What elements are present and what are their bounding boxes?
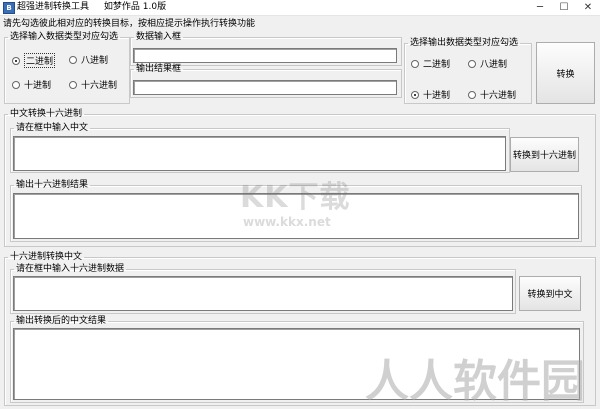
radio-unchecked-icon bbox=[69, 55, 77, 64]
radio-unchecked-icon bbox=[468, 90, 476, 99]
cn-output-label: 输出转换后的中文结果 bbox=[16, 316, 107, 326]
rrz-watermark: 人人软件园 bbox=[365, 356, 585, 407]
convert-button[interactable]: 转换 bbox=[536, 42, 595, 104]
output-radio-octal[interactable]: 八进制 bbox=[468, 57, 507, 70]
instruction-hint: 请先勾选彼此相对应的转换目标，按相应提示操作执行转换功能 bbox=[3, 19, 256, 29]
hex-output-label: 输出十六进制结果 bbox=[16, 180, 89, 190]
input-type-group: 选择输入数据类型对应勾选 二进制 八进制 十进制 十六进制 bbox=[4, 32, 130, 104]
output-radio-octal-label: 八进制 bbox=[480, 60, 508, 70]
output-result-label: 输出结果框 bbox=[136, 64, 182, 74]
radio-unchecked-icon bbox=[468, 59, 476, 68]
input-radio-binary-label: 二进制 bbox=[24, 53, 56, 68]
output-type-legend: 选择输出数据类型对应勾选 bbox=[410, 38, 519, 48]
output-radio-binary-label: 二进制 bbox=[423, 60, 451, 70]
cn-to-hex-legend: 中文转换十六进制 bbox=[10, 109, 83, 119]
input-radio-octal[interactable]: 八进制 bbox=[69, 53, 108, 66]
kkx-watermark-url: www.kkx.net bbox=[243, 215, 331, 229]
window-author-text: 如梦作品 1.0版 bbox=[103, 2, 167, 12]
maximize-button[interactable]: ☐ bbox=[552, 0, 576, 15]
hex-input-label: 请在框中输入十六进制数据 bbox=[16, 264, 125, 274]
output-radio-decimal-label: 十进制 bbox=[423, 91, 451, 101]
radio-checked-icon bbox=[411, 90, 419, 99]
output-radio-hex-label: 十六进制 bbox=[480, 91, 517, 101]
input-radio-binary[interactable]: 二进制 bbox=[12, 53, 56, 68]
radio-unchecked-icon bbox=[12, 80, 20, 89]
radio-unchecked-icon bbox=[411, 59, 419, 68]
window-title-text: 超强进制转换工具 bbox=[17, 2, 90, 12]
kkx-watermark-logo: KK下载 bbox=[240, 180, 351, 215]
cn-input-label: 请在框中输入中文 bbox=[16, 123, 89, 133]
output-radio-hex[interactable]: 十六进制 bbox=[468, 88, 516, 101]
title-bar: B 超强进制转换工具 如梦作品 1.0版 ─ ☐ ✕ bbox=[0, 0, 600, 16]
data-input-label: 数据输入框 bbox=[136, 32, 182, 42]
convert-to-cn-button[interactable]: 转换到中文 bbox=[519, 276, 581, 311]
output-radio-binary[interactable]: 二进制 bbox=[411, 57, 450, 70]
input-radio-decimal[interactable]: 十进制 bbox=[12, 78, 51, 91]
output-type-group: 选择输出数据类型对应勾选 二进制 八进制 十进制 十六进制 bbox=[404, 38, 532, 104]
window-title: 超强进制转换工具 如梦作品 1.0版 bbox=[17, 1, 166, 14]
input-radio-decimal-label: 十进制 bbox=[24, 81, 52, 91]
radio-checked-icon bbox=[12, 56, 20, 65]
hex-input-field[interactable] bbox=[13, 276, 513, 311]
input-radio-hex-label: 十六进制 bbox=[81, 81, 118, 91]
minimize-button[interactable]: ─ bbox=[528, 0, 552, 15]
input-radio-octal-label: 八进制 bbox=[81, 56, 109, 66]
output-result-field[interactable] bbox=[133, 80, 397, 95]
close-button[interactable]: ✕ bbox=[576, 0, 600, 15]
hex-to-cn-legend: 十六进制转换中文 bbox=[10, 252, 83, 262]
input-radio-hex[interactable]: 十六进制 bbox=[69, 78, 117, 91]
input-type-legend: 选择输入数据类型对应勾选 bbox=[10, 32, 119, 42]
app-icon: B bbox=[3, 2, 15, 14]
radio-unchecked-icon bbox=[69, 80, 77, 89]
output-radio-decimal[interactable]: 十进制 bbox=[411, 88, 450, 101]
data-input-field[interactable] bbox=[133, 48, 397, 63]
convert-to-hex-button[interactable]: 转换到十六进制 bbox=[510, 137, 579, 172]
cn-input-field[interactable] bbox=[13, 136, 506, 171]
